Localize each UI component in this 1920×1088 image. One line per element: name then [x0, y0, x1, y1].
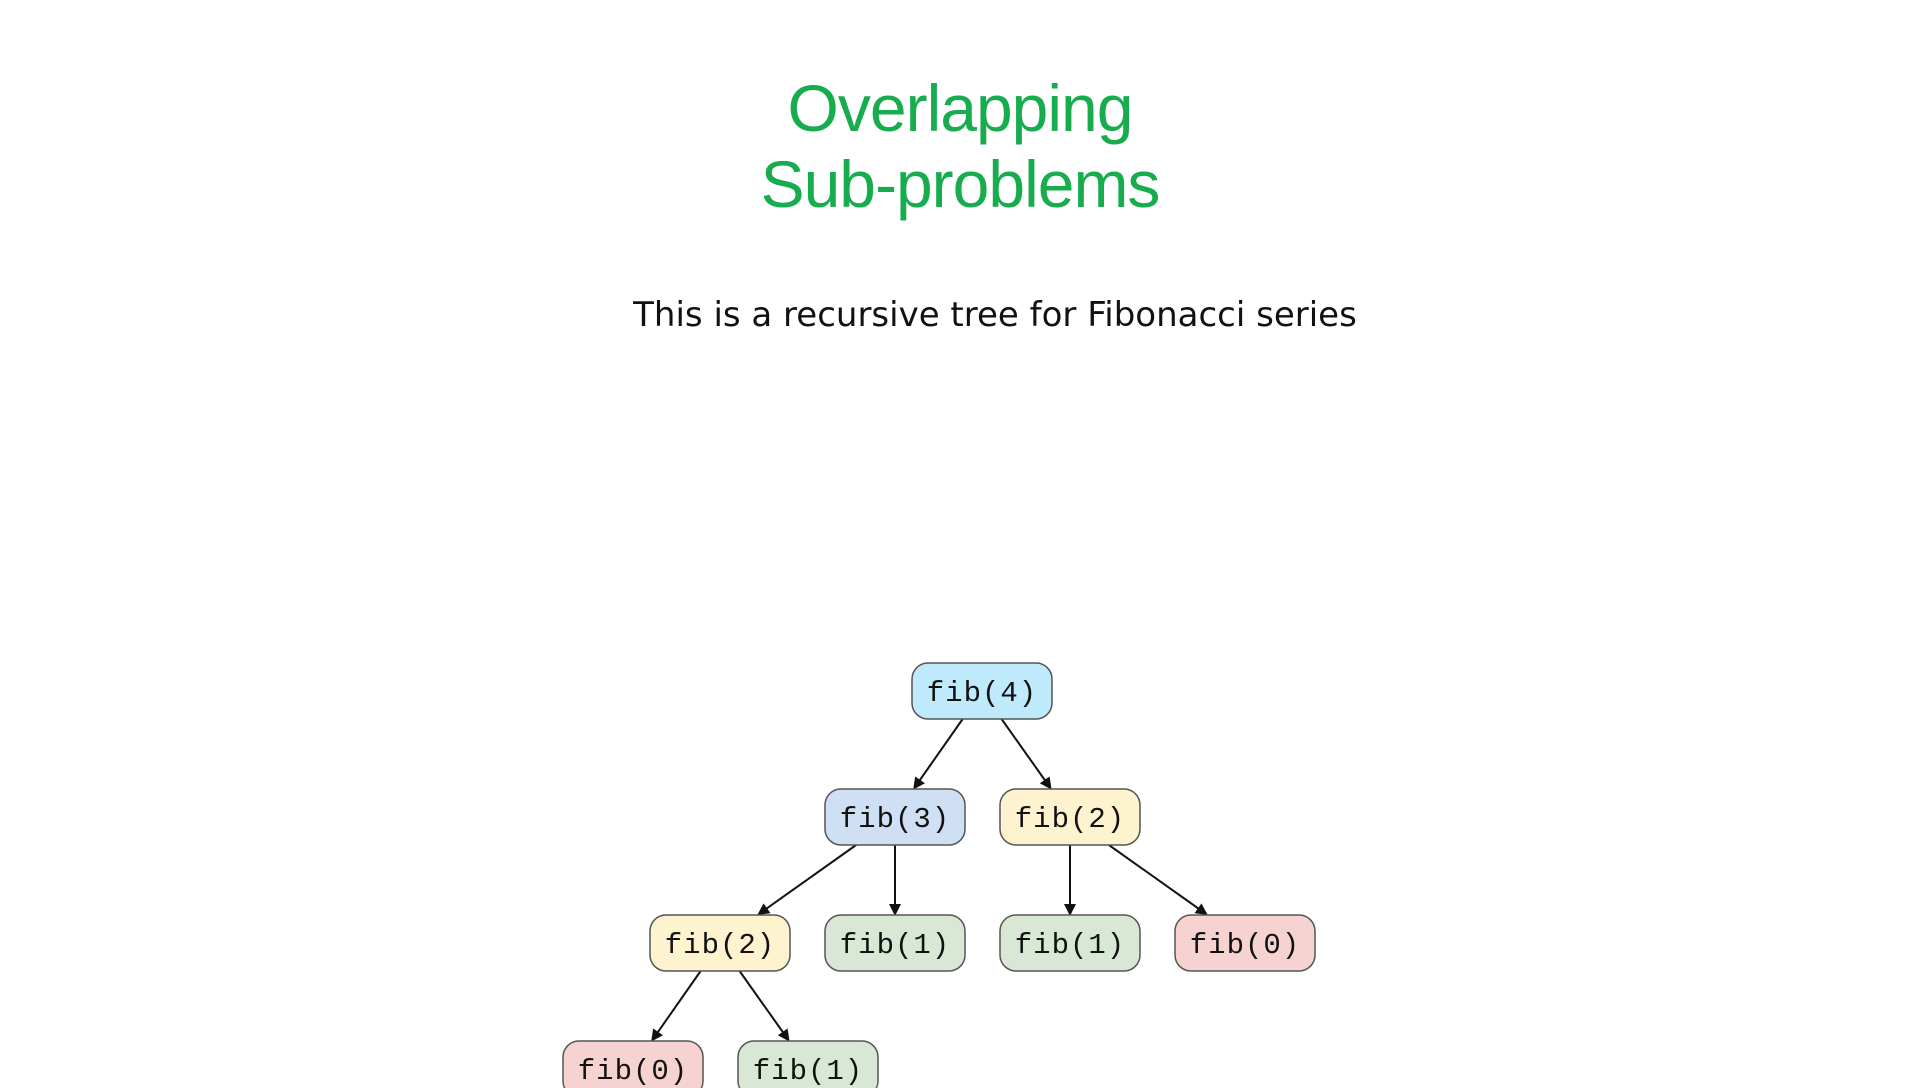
tree-node-label: fib(1) — [840, 929, 950, 962]
tree-node-n1a: fib(1) — [824, 914, 966, 972]
tree-nodes: fib(4) fib(3) fib(2) fib(2) fib(1) fib(1) fib(… — [562, 662, 1316, 1088]
tree-node-n0b: fib(0) — [562, 1040, 704, 1088]
tree-node-label: fib(0) — [578, 1055, 688, 1088]
tree-edge-n2a-n0b — [651, 970, 702, 1042]
tree-node-n0a: fib(0) — [1174, 914, 1316, 972]
tree-node-label: fib(3) — [840, 803, 950, 836]
tree-node-label: fib(1) — [1015, 929, 1125, 962]
tree-node-n1b: fib(1) — [999, 914, 1141, 972]
tree-edge-n3-n2a — [757, 844, 857, 916]
slide: Overlapping Sub-problems This is a recur… — [0, 0, 1920, 1088]
tree-edge-n4-n2b — [1000, 718, 1052, 790]
tree-node-label: fib(2) — [665, 929, 775, 962]
tree-node-label: fib(0) — [1190, 929, 1300, 962]
tree-node-n2b: fib(2) — [999, 788, 1141, 846]
tree-edge-n2b-n0a — [1108, 844, 1208, 916]
tree-edge-n2a-n1c — [738, 970, 790, 1042]
tree-node-n1c: fib(1) — [737, 1040, 879, 1088]
tree-node-label: fib(1) — [753, 1055, 863, 1088]
fibonacci-recursion-tree: fib(4) fib(3) fib(2) fib(2) fib(1) fib(1) fib(… — [562, 662, 1316, 1088]
tree-node-n4: fib(4) — [911, 662, 1053, 720]
tree-node-label: fib(2) — [1015, 803, 1125, 836]
tree-node-n2a: fib(2) — [649, 914, 791, 972]
tree-edge-n4-n3 — [913, 718, 964, 790]
tree-edges — [651, 718, 1208, 1042]
tree-node-n3: fib(3) — [824, 788, 966, 846]
tree-node-label: fib(4) — [927, 677, 1037, 710]
